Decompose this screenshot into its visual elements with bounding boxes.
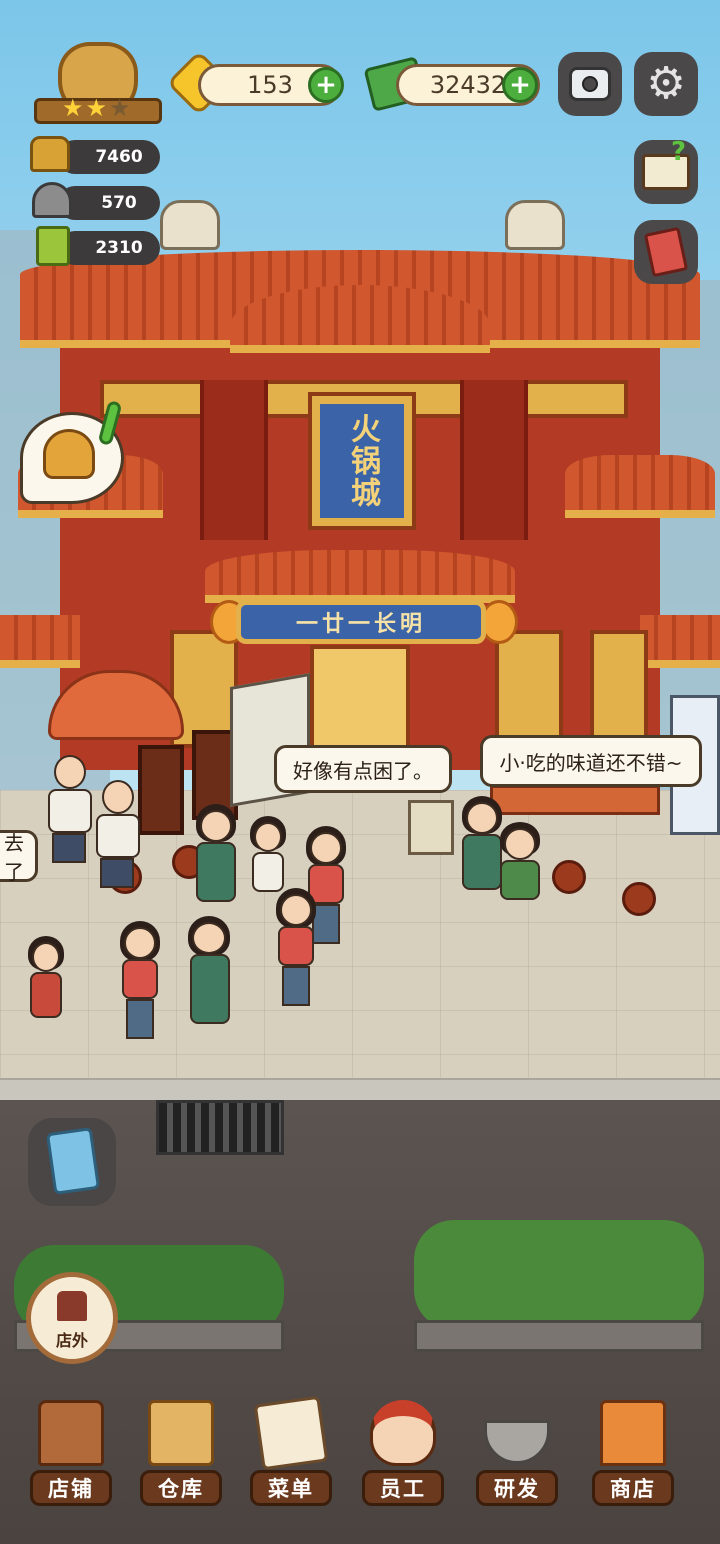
nav-shop-button[interactable]: 店铺 bbox=[30, 1400, 112, 1506]
side-roof-right bbox=[565, 455, 715, 518]
camera-icon bbox=[569, 67, 611, 101]
facade-pillar bbox=[460, 380, 528, 540]
storm-drain-grate bbox=[156, 1100, 284, 1155]
nav-warehouse-button[interactable]: 仓库 bbox=[140, 1400, 222, 1506]
nav-label: 研发 bbox=[476, 1470, 558, 1506]
recipe-book-button[interactable] bbox=[634, 220, 698, 284]
red-book-icon bbox=[643, 226, 689, 278]
gold-ingot-icon bbox=[30, 136, 70, 172]
staff-chef-icon bbox=[370, 1400, 436, 1466]
roof-dragon-ornament-left bbox=[160, 200, 220, 250]
store-stall-icon bbox=[600, 1400, 666, 1466]
speech-bubble-center: 好像有点困了。 bbox=[274, 745, 452, 793]
nav-label: 仓库 bbox=[140, 1470, 222, 1506]
snack-stall-table bbox=[490, 785, 660, 815]
stool bbox=[552, 860, 586, 894]
customer-woman-green-dress[interactable] bbox=[182, 916, 236, 1035]
house-icon bbox=[57, 1291, 87, 1321]
restaurant-main-sign: 火锅城 bbox=[308, 392, 416, 530]
curb bbox=[0, 1078, 720, 1102]
roof-dragon-ornament-right bbox=[505, 200, 565, 250]
side-roof-lower-right bbox=[640, 615, 720, 668]
cardboard-box bbox=[408, 800, 454, 855]
add-gems-button[interactable]: + bbox=[308, 67, 344, 103]
research-wok-icon bbox=[484, 1420, 550, 1464]
food-cloche-icon bbox=[32, 182, 72, 218]
nav-store-button[interactable]: 商店 bbox=[592, 1400, 674, 1506]
speech-bubble-partial: 去了 bbox=[0, 830, 38, 884]
bush-planter-right bbox=[414, 1220, 704, 1330]
nav-research-button[interactable]: 研发 bbox=[476, 1400, 558, 1506]
lattice-window bbox=[590, 630, 648, 748]
gear-icon: ⚙ bbox=[646, 58, 686, 109]
restaurant-rank-badge[interactable]: ★★★ bbox=[34, 42, 162, 132]
warehouse-boxes-icon bbox=[148, 1400, 214, 1466]
add-cash-button[interactable]: + bbox=[502, 67, 538, 103]
lattice-window bbox=[495, 630, 563, 748]
bell-icon bbox=[43, 429, 95, 479]
side-roof-lower-left bbox=[0, 615, 80, 668]
customer-elderly-man[interactable] bbox=[92, 780, 142, 890]
customer-elderly-man[interactable] bbox=[44, 755, 94, 865]
clipboard-icon bbox=[45, 1127, 101, 1195]
customer-little-girl[interactable] bbox=[24, 936, 68, 1035]
customer-boy[interactable] bbox=[494, 822, 544, 926]
help-book-icon: ? bbox=[642, 137, 690, 190]
notification-bubble[interactable] bbox=[20, 399, 124, 504]
task-list-button[interactable] bbox=[28, 1118, 116, 1206]
customer-young-woman[interactable] bbox=[272, 888, 320, 1007]
customer-young-woman[interactable] bbox=[116, 921, 164, 1040]
outside-view-button[interactable]: 店外 bbox=[26, 1272, 118, 1364]
facade-pillar bbox=[200, 380, 268, 540]
rank-stars-icon: ★★★ bbox=[62, 94, 133, 122]
nav-label: 商店 bbox=[592, 1470, 674, 1506]
camera-button[interactable] bbox=[558, 52, 622, 116]
nav-label: 员工 bbox=[362, 1470, 444, 1506]
planter-box-right bbox=[414, 1320, 704, 1352]
stat-pill-gold: 7460 bbox=[58, 140, 160, 174]
help-guide-button[interactable]: ? bbox=[634, 137, 698, 204]
restaurant-sub-sign: 一廿一长明 bbox=[236, 600, 486, 644]
speech-bubble-right: 小·吃的味道还不错~ bbox=[480, 735, 702, 787]
painted-screen-panel bbox=[138, 745, 184, 835]
outside-view-label: 店外 bbox=[55, 1331, 88, 1350]
nav-label: 菜单 bbox=[250, 1470, 332, 1506]
settings-button[interactable]: ⚙ bbox=[634, 52, 698, 116]
menu-clipboard-icon bbox=[253, 1395, 329, 1471]
nav-label: 店铺 bbox=[30, 1470, 112, 1506]
recipe-book-icon bbox=[36, 226, 70, 266]
nav-staff-button[interactable]: 员工 bbox=[362, 1400, 444, 1506]
entrance-roof bbox=[205, 550, 515, 603]
shop-building-icon bbox=[38, 1400, 104, 1466]
nav-menu-button[interactable]: 菜单 bbox=[250, 1395, 332, 1506]
stool bbox=[622, 882, 656, 916]
customer-woman-green-dress[interactable] bbox=[190, 804, 240, 918]
stat-pill-dishes: 570 bbox=[58, 186, 160, 220]
stat-pill-recipes: 2310 bbox=[58, 231, 160, 265]
